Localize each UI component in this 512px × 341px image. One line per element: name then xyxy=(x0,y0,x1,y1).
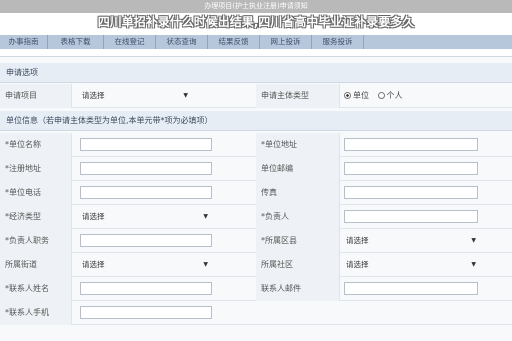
section-apply-options: 申请选项 xyxy=(0,63,512,83)
person-position-input[interactable] xyxy=(80,234,212,247)
form-row: *单位名称 *单位地址 xyxy=(0,133,512,157)
unit-postcode-label: 单位邮编 xyxy=(256,157,340,181)
dropdown-arrow-icon: ▼ xyxy=(203,213,208,220)
tab-status[interactable]: 状态查询 xyxy=(156,35,208,49)
unit-address-label: *单位地址 xyxy=(256,133,340,157)
contact-name-input[interactable] xyxy=(80,282,212,295)
fax-label: 传真 xyxy=(256,181,340,205)
reg-address-label: *注册地址 xyxy=(0,157,72,181)
street-label: 所属街道 xyxy=(0,253,72,277)
unit-phone-input[interactable] xyxy=(80,186,212,199)
dropdown-arrow-icon: ▼ xyxy=(471,261,476,268)
reg-address-input[interactable] xyxy=(80,162,212,175)
select-value: 请选择 xyxy=(346,260,369,269)
contact-mobile-label: *联系人手机 xyxy=(0,301,72,325)
tab-register[interactable]: 在线登记 xyxy=(104,35,156,49)
unit-address-input[interactable] xyxy=(344,138,478,151)
district-select[interactable]: 请选择 ▼ xyxy=(344,234,478,247)
tab-download[interactable]: 表格下载 xyxy=(48,35,104,49)
contact-mobile-input[interactable] xyxy=(80,306,212,319)
contact-email-input[interactable] xyxy=(344,282,478,295)
tab-bar: 办事指南 表格下载 在线登记 状态查询 结果反馈 网上投诉 服务投诉 xyxy=(0,35,512,49)
dropdown-arrow-icon: ▼ xyxy=(183,92,188,99)
person-position-label: *负责人职务 xyxy=(0,229,72,253)
tab-service-complaint[interactable]: 服务投诉 xyxy=(312,35,364,49)
community-select[interactable]: 请选择 ▼ xyxy=(344,258,478,271)
select-value: 请选择 xyxy=(82,212,105,221)
overlay-title: 四川单招补录什么时候出结果,四川省高中毕业证补录要多久 xyxy=(97,15,415,29)
person-in-charge-input[interactable] xyxy=(344,210,478,223)
contact-name-label: *联系人姓名 xyxy=(0,277,72,301)
fax-input[interactable] xyxy=(344,186,478,199)
section-unit-info: 单位信息（若申请主体类型为单位,本单元带*项为必填项） xyxy=(0,111,512,131)
select-value: 请选择 xyxy=(82,260,105,269)
select-value: 请选择 xyxy=(82,91,105,100)
economy-type-select[interactable]: 请选择 ▼ xyxy=(80,210,210,223)
form-row: *联系人姓名 联系人邮件 xyxy=(0,277,512,301)
unit-postcode-input[interactable] xyxy=(344,162,478,175)
dropdown-arrow-icon: ▼ xyxy=(203,261,208,268)
tab-feedback[interactable]: 结果反馈 xyxy=(208,35,260,49)
form-row: *联系人手机 xyxy=(0,301,512,325)
contact-email-label: 联系人邮件 xyxy=(256,277,340,301)
person-in-charge-label: *负责人 xyxy=(256,205,340,229)
form-row: 所属街道 请选择 ▼ 所属社区 请选择 ▼ xyxy=(0,253,512,277)
apply-item-label: 申请项目 xyxy=(0,84,72,108)
radio-person[interactable] xyxy=(377,92,385,99)
form-row: *经济类型 请选择 ▼ *负责人 xyxy=(0,205,512,229)
street-select[interactable]: 请选择 ▼ xyxy=(80,258,210,271)
form-row: *注册地址 单位邮编 xyxy=(0,157,512,181)
form-row: 申请项目 请选择 ▼ 申请主体类型 单位 个人 xyxy=(0,84,512,108)
tab-guide[interactable]: 办事指南 xyxy=(0,35,48,49)
subject-type-label: 申请主体类型 xyxy=(256,84,340,108)
district-label: *所属区县 xyxy=(256,229,340,253)
apply-item-select[interactable]: 请选择 ▼ xyxy=(80,89,190,102)
subject-type-radios: 单位 个人 xyxy=(344,84,403,108)
form-row: *负责人职务 *所属区县 请选择 ▼ xyxy=(0,229,512,253)
radio-unit[interactable] xyxy=(344,92,351,99)
dropdown-arrow-icon: ▼ xyxy=(471,237,476,244)
radio-person-label: 个人 xyxy=(386,91,403,100)
economy-type-label: *经济类型 xyxy=(0,205,72,229)
tab-complaint[interactable]: 网上投诉 xyxy=(260,35,312,49)
form-panel: 申请选项 申请项目 请选择 ▼ 申请主体类型 单位 个人 单位信息（若申请主体类… xyxy=(0,56,512,341)
form-row: *单位电话 传真 xyxy=(0,181,512,205)
community-label: 所属社区 xyxy=(256,253,340,277)
radio-unit-label: 单位 xyxy=(353,91,369,100)
unit-phone-label: *单位电话 xyxy=(0,181,72,205)
select-value: 请选择 xyxy=(346,236,369,245)
unit-name-input[interactable] xyxy=(80,138,212,151)
unit-name-label: *单位名称 xyxy=(0,133,72,157)
